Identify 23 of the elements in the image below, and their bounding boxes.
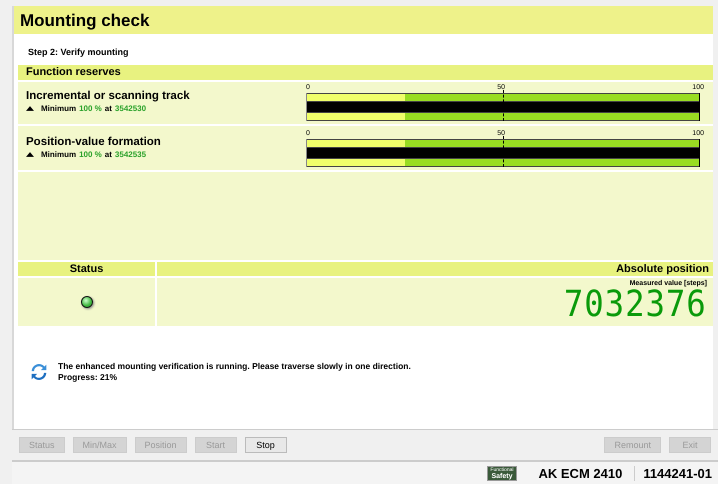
progress-label: Progress: 21% (58, 372, 118, 383)
track-name: Position-value formation (26, 136, 162, 148)
track-name: Incremental or scanning track (26, 90, 191, 102)
at-label: at (104, 104, 112, 113)
device-id: 1144241-01 (642, 466, 712, 480)
position-value: 3542535 (114, 150, 146, 159)
position-value: 3542530 (114, 104, 146, 113)
position-header: Absolute position (157, 262, 713, 276)
triangle-icon (26, 152, 34, 157)
step-label: Step 2: Verify mounting (27, 46, 130, 59)
at-label: at (104, 150, 112, 159)
minimum-value: 100 % (79, 104, 102, 113)
minimum-label: Minimum (41, 150, 76, 159)
status-header: Status (18, 262, 155, 276)
status-message: The enhanced mounting verification is running. Please traverse slowly in one direction. (58, 361, 411, 372)
action-button[interactable]: Stop (244, 437, 287, 453)
position-display: 7032376 (564, 287, 707, 323)
triangle-icon (26, 106, 34, 111)
minimum-value: 100 % (79, 150, 102, 159)
window-title: Mounting check (14, 6, 713, 34)
device-name: AK ECM 2410 (526, 466, 636, 480)
minimum-label: Minimum (41, 104, 76, 113)
section-header: Function reserves (18, 65, 713, 80)
